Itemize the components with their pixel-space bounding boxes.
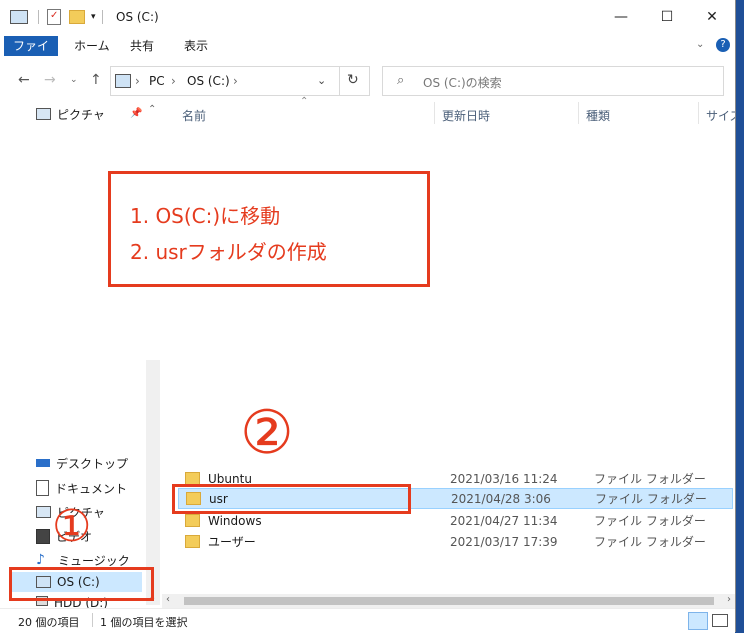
tab-share[interactable]: 共有 xyxy=(120,36,164,56)
help-icon[interactable]: ? xyxy=(716,38,730,52)
divider xyxy=(339,67,340,95)
step-2-marker: ② xyxy=(240,398,294,468)
folder-icon xyxy=(185,535,200,548)
address-separator[interactable]: › xyxy=(171,74,176,88)
new-folder-icon[interactable] xyxy=(69,10,85,24)
chevron-down-icon[interactable]: ⌄ xyxy=(696,39,704,50)
recent-chevron-icon[interactable]: ⌄ xyxy=(70,75,78,85)
sidebar-item-label: ドキュメント xyxy=(55,481,128,496)
address-segment-pc[interactable]: PC xyxy=(149,74,165,88)
ribbon-tabs: ファイル ホーム 共有 表示 ⌄ ? xyxy=(0,34,735,73)
instruction-line-1: 1. OS(C:)に移動 xyxy=(130,204,281,228)
back-arrow-icon[interactable]: ← xyxy=(18,72,30,88)
file-row[interactable]: ユーザー 2021/03/17 17:39 ファイル フォルダー xyxy=(178,531,733,552)
maximize-button[interactable]: ☐ xyxy=(644,0,690,34)
tab-file[interactable]: ファイル xyxy=(4,36,58,73)
file-name: ユーザー xyxy=(208,535,256,549)
scroll-thumb[interactable] xyxy=(184,597,714,605)
folder-icon xyxy=(185,514,200,527)
window-title: OS (C:) xyxy=(116,10,159,24)
divider xyxy=(38,10,39,24)
divider xyxy=(101,10,103,24)
address-separator[interactable]: › xyxy=(233,74,238,88)
instruction-line-2: 2. usrフォルダの作成 xyxy=(130,240,327,264)
desktop-icon xyxy=(36,459,50,467)
sidebar-item-label: デスクトップ xyxy=(56,456,129,471)
address-row: ← → ⌄ ↑ › PC › OS (C:) › ⌄ ↻ ⌕ OS (C:)の検… xyxy=(0,58,735,102)
file-type: ファイル フォルダー xyxy=(594,514,706,528)
horizontal-scrollbar[interactable]: ‹ › xyxy=(162,594,735,608)
file-modified: 2021/03/16 11:24 xyxy=(450,471,558,486)
drive-icon xyxy=(10,10,28,24)
tab-view[interactable]: 表示 xyxy=(174,36,218,56)
column-header: ⌃ 名前 更新日時 種類 サイズ xyxy=(162,96,735,126)
up-arrow-icon[interactable]: ↑ xyxy=(90,72,102,88)
large-icons-view-icon[interactable] xyxy=(712,614,728,627)
file-type: ファイル フォルダー xyxy=(594,535,706,549)
chevron-down-icon[interactable]: ⌄ xyxy=(317,74,326,87)
column-divider[interactable] xyxy=(698,102,699,124)
column-name[interactable]: 名前 xyxy=(182,107,206,124)
drive-icon xyxy=(115,74,131,88)
title-bar: ✓ ▾ OS (C:) — ☐ ✕ xyxy=(0,0,735,34)
tab-home[interactable]: ホーム xyxy=(64,36,120,56)
sidebar-item-label: ミュージック xyxy=(58,553,130,568)
status-bar: 20 個の項目 1 個の項目を選択 xyxy=(0,608,735,633)
file-modified: 2021/04/27 11:34 xyxy=(450,513,558,528)
sidebar-item-label: ピクチャ xyxy=(57,107,105,122)
step-1-marker: ① xyxy=(52,501,92,552)
sidebar-item-pictures-pinned[interactable]: ピクチャ xyxy=(36,104,105,124)
pictures-icon xyxy=(36,506,51,518)
video-icon xyxy=(36,528,50,544)
file-modified: 2021/03/17 17:39 xyxy=(450,534,558,549)
pictures-icon xyxy=(36,108,51,120)
minimize-button[interactable]: — xyxy=(598,0,644,34)
details-view-icon[interactable] xyxy=(688,612,708,630)
column-size[interactable]: サイズ xyxy=(706,107,735,124)
selected-count: 1 個の項目を選択 xyxy=(100,616,188,629)
search-placeholder: OS (C:)の検索 xyxy=(423,76,502,90)
sidebar-item-desktop[interactable]: デスクトップ xyxy=(36,456,128,470)
chevron-right-icon[interactable]: › xyxy=(727,594,731,605)
refresh-icon[interactable]: ↻ xyxy=(347,72,359,88)
chevron-left-icon[interactable]: ‹ xyxy=(166,594,170,605)
divider xyxy=(92,613,93,627)
properties-icon[interactable]: ✓ xyxy=(47,9,61,25)
quick-access-toolbar: ✓ ▾ xyxy=(10,8,103,26)
document-icon xyxy=(36,480,49,496)
search-icon: ⌕ xyxy=(397,73,405,88)
sidebar-item-documents[interactable]: ドキュメント xyxy=(36,478,127,498)
close-button[interactable]: ✕ xyxy=(689,0,735,34)
chevron-up-icon[interactable]: ⌃ xyxy=(148,104,156,115)
column-type[interactable]: 種類 xyxy=(586,107,610,124)
item-count: 20 個の項目 xyxy=(18,616,80,629)
os-c-highlight-box xyxy=(9,567,154,601)
search-box[interactable]: ⌕ OS (C:)の検索 xyxy=(382,66,724,96)
forward-arrow-icon[interactable]: → xyxy=(44,72,56,88)
file-modified: 2021/04/28 3:06 xyxy=(451,491,551,506)
column-modified[interactable]: 更新日時 xyxy=(442,107,490,124)
column-divider[interactable] xyxy=(434,102,435,124)
address-segment-drive[interactable]: OS (C:) xyxy=(187,74,230,88)
chevron-down-icon[interactable]: ▾ xyxy=(91,12,96,22)
file-type: ファイル フォルダー xyxy=(594,472,706,486)
sort-up-icon: ⌃ xyxy=(300,96,309,107)
file-type: ファイル フォルダー xyxy=(595,492,707,506)
pin-icon[interactable]: 📌 xyxy=(130,108,142,119)
usr-highlight-box xyxy=(172,484,411,514)
explorer-window: ✓ ▾ OS (C:) — ☐ ✕ ファイル ホーム 共有 表示 ⌄ ? ← →… xyxy=(0,0,736,633)
address-separator[interactable]: › xyxy=(135,74,140,88)
music-icon: ♪ xyxy=(36,552,45,568)
instruction-box xyxy=(108,171,430,287)
address-bar[interactable]: › PC › OS (C:) › ⌄ ↻ xyxy=(110,66,370,96)
column-divider[interactable] xyxy=(578,102,579,124)
file-name: Windows xyxy=(208,513,262,528)
